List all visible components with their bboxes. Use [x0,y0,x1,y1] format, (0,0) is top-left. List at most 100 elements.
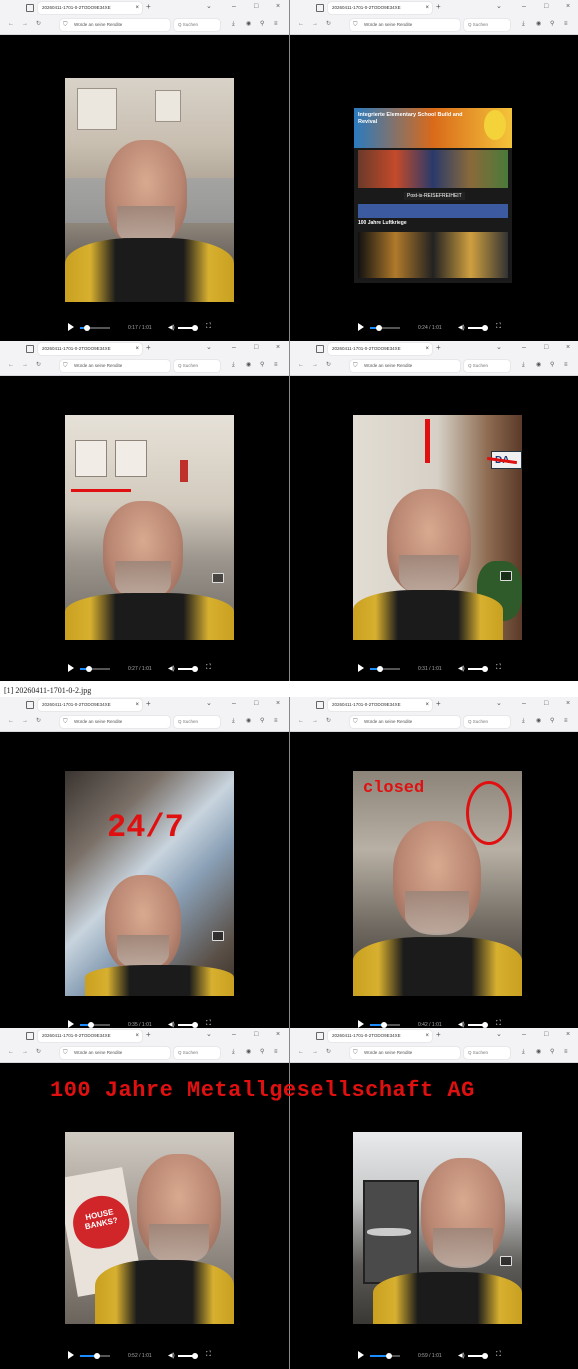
window-close-icon[interactable]: × [276,700,280,708]
maximize-icon[interactable]: □ [544,700,548,708]
back-icon[interactable]: ← [8,361,14,369]
seek-knob[interactable] [376,325,382,331]
download-icon[interactable]: ⤓ [522,717,525,725]
search-input[interactable]: Q Suchen [464,716,510,728]
new-tab-icon[interactable]: + [436,700,441,708]
back-icon[interactable]: ← [8,20,14,28]
menu-icon[interactable]: ≡ [274,20,278,28]
extensions-icon[interactable]: ⚲ [550,361,554,369]
maximize-icon[interactable]: □ [254,3,258,11]
extensions-icon[interactable]: ⚲ [260,361,264,369]
search-input[interactable]: Q Suchen [464,19,510,31]
extensions-icon[interactable]: ⚲ [260,717,264,725]
fullscreen-icon[interactable]: ⛶ [496,1350,501,1360]
minimize-icon[interactable]: – [232,3,236,11]
volume-icon[interactable]: ◀) [458,323,465,333]
volume-knob[interactable] [192,666,198,672]
back-icon[interactable]: ← [298,20,304,28]
close-icon[interactable]: × [425,699,429,711]
maximize-icon[interactable]: □ [544,3,548,11]
play-icon[interactable] [358,323,364,331]
window-close-icon[interactable]: × [276,3,280,11]
seek-bar[interactable] [80,325,110,331]
video-frame[interactable] [65,415,234,640]
seek-bar[interactable] [370,1353,400,1359]
tab-list-icon[interactable] [26,4,34,12]
download-icon[interactable]: ⤓ [522,361,525,369]
volume-icon[interactable]: ◀) [168,664,175,674]
seek-knob[interactable] [94,1353,100,1359]
url-bar[interactable]: ⛉ Würde an seine Rendite [60,360,170,372]
browser-tab[interactable]: 20260411-1701-0-2TODO9E34XE × [38,343,142,355]
menu-icon[interactable]: ≡ [274,1048,278,1056]
tab-list-icon[interactable] [26,345,34,353]
new-tab-icon[interactable]: + [436,3,441,11]
fullscreen-icon[interactable]: ⛶ [206,322,211,332]
extensions-icon[interactable]: ⚲ [550,1048,554,1056]
chevron-down-icon[interactable]: ⌄ [496,344,502,352]
close-icon[interactable]: × [135,343,139,355]
url-bar[interactable]: ⛉ Würde an seine Rendite [60,1047,170,1059]
window-close-icon[interactable]: × [566,3,570,11]
video-frame[interactable] [65,78,234,302]
url-bar[interactable]: ⛉ Würde an seine Rendite [60,716,170,728]
volume-knob[interactable] [482,1353,488,1359]
chevron-down-icon[interactable]: ⌄ [206,1031,212,1039]
menu-icon[interactable]: ≡ [564,361,568,369]
new-tab-icon[interactable]: + [436,1031,441,1039]
volume-knob[interactable] [192,325,198,331]
reload-icon[interactable]: ↻ [326,20,331,28]
new-tab-icon[interactable]: + [146,700,151,708]
chevron-down-icon[interactable]: ⌄ [496,700,502,708]
extensions-icon[interactable]: ⚲ [260,20,264,28]
browser-tab[interactable]: 20260411-1701-0-2TODO9E34XE × [38,1030,142,1042]
video-frame[interactable] [353,1132,522,1324]
search-input[interactable]: Q Suchen [174,360,220,372]
search-input[interactable]: Q Suchen [174,19,220,31]
forward-icon[interactable]: → [22,717,28,725]
new-tab-icon[interactable]: + [436,344,441,352]
picture-in-picture-icon[interactable] [500,1256,512,1266]
forward-icon[interactable]: → [312,717,318,725]
volume-icon[interactable]: ◀) [458,1351,465,1361]
seek-knob[interactable] [377,666,383,672]
menu-icon[interactable]: ≡ [564,20,568,28]
close-icon[interactable]: × [425,343,429,355]
maximize-icon[interactable]: □ [254,1031,258,1039]
search-input[interactable]: Q Suchen [174,1047,220,1059]
close-icon[interactable]: × [135,1030,139,1042]
maximize-icon[interactable]: □ [544,1031,548,1039]
download-icon[interactable]: ⤓ [522,1048,525,1056]
account-icon[interactable]: ◉ [246,20,251,28]
back-icon[interactable]: ← [298,361,304,369]
maximize-icon[interactable]: □ [544,344,548,352]
download-icon[interactable]: ⤓ [232,361,235,369]
download-icon[interactable]: ⤓ [232,20,235,28]
maximize-icon[interactable]: □ [254,700,258,708]
tab-list-icon[interactable] [26,1032,34,1040]
new-tab-icon[interactable]: + [146,1031,151,1039]
account-icon[interactable]: ◉ [536,1048,541,1056]
chevron-down-icon[interactable]: ⌄ [206,3,212,11]
browser-tab[interactable]: 20260411-1701-0-2TODO9E34XE × [328,699,432,711]
picture-in-picture-icon[interactable] [212,931,224,941]
new-tab-icon[interactable]: + [146,3,151,11]
forward-icon[interactable]: → [312,1048,318,1056]
forward-icon[interactable]: → [22,361,28,369]
tab-list-icon[interactable] [316,1032,324,1040]
menu-icon[interactable]: ≡ [564,717,568,725]
picture-in-picture-icon[interactable] [212,573,224,583]
window-close-icon[interactable]: × [566,700,570,708]
seek-knob[interactable] [386,1353,392,1359]
seek-bar[interactable] [80,1022,110,1028]
url-bar[interactable]: ⛉ Würde an seine Rendite [350,19,460,31]
fullscreen-icon[interactable]: ⛶ [496,663,501,673]
video-frame[interactable]: closed [353,771,522,996]
maximize-icon[interactable]: □ [254,344,258,352]
forward-icon[interactable]: → [22,1048,28,1056]
video-frame[interactable]: HOUSE BANKS? [65,1132,234,1324]
play-icon[interactable] [68,1351,74,1359]
url-bar[interactable]: ⛉ Würde an seine Rendite [350,1047,460,1059]
reload-icon[interactable]: ↻ [36,717,41,725]
seek-bar[interactable] [80,1353,110,1359]
